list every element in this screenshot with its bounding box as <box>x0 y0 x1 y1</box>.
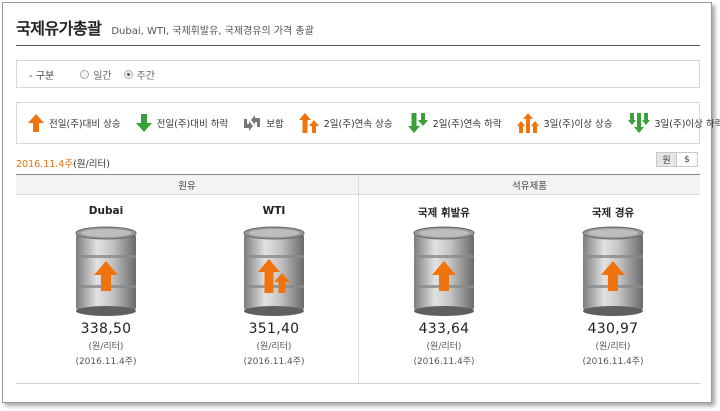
product-date: (2016.11.4주) <box>582 357 644 367</box>
product-unit: (원/리터) <box>256 342 292 352</box>
legend-label-triple-down: 3일(주)이상 하락 <box>654 119 720 130</box>
currency-toggle: 원 $ <box>656 152 698 167</box>
product-date: (2016.11.4주) <box>75 357 137 367</box>
legend-label-flat: 보합 <box>266 119 284 130</box>
legend-label-double-down: 2일(주)연속 하락 <box>432 119 502 130</box>
date-highlight: 2016.11.4주 <box>16 159 74 170</box>
down-arrow-icon <box>135 114 152 132</box>
product-card-dubai: Dubai 338,50 (원/리터) (2016.11.4주) <box>46 205 166 367</box>
product-date: (2016.11.4주) <box>413 357 475 367</box>
product-unit: (원/리터) <box>426 342 462 352</box>
radio-daily[interactable]: 일간 <box>80 67 112 82</box>
product-unit: (원/리터) <box>88 342 124 352</box>
filter-label: - 구분 <box>29 70 55 82</box>
trend-legend: 전일(주)대비 상승 전일(주)대비 하락 보합 2일(주)연속 상승 2일(주… <box>16 102 720 144</box>
radio-daily-dot[interactable] <box>80 69 90 79</box>
barrel-icon <box>243 226 305 316</box>
legend-item-triple-down: 3일(주)이상 하락 <box>627 112 720 134</box>
product-card-gasoline: 국제 휘발유 433,64 (원/리터) (2016.11.4주) <box>384 205 504 367</box>
product-name: WTI <box>262 205 286 217</box>
legend-label-up: 전일(주)대비 상승 <box>49 119 121 130</box>
legend-item-down: 전일(주)대비 하락 <box>135 113 229 133</box>
date-label: 2016.11.4주(원/리터) <box>16 156 110 170</box>
barrel-icon <box>413 226 475 316</box>
flat-arrows-icon <box>244 115 261 131</box>
legend-item-double-down: 2일(주)연속 하락 <box>407 112 502 134</box>
radio-weekly[interactable]: 주간 <box>123 67 155 82</box>
barrel-icon <box>75 226 137 316</box>
radio-weekly-label: 주간 <box>136 70 155 82</box>
page-title: 국제유가총괄 <box>16 19 102 38</box>
product-unit: (원/리터) <box>595 342 631 352</box>
product-price: 433,64 <box>418 321 470 337</box>
legend-item-double-up: 2일(주)연속 상승 <box>298 112 393 134</box>
legend-item-up: 전일(주)대비 상승 <box>27 113 121 133</box>
legend-item-triple-up: 3일(주)이상 상승 <box>516 112 613 134</box>
date-unit: (원/리터) <box>73 159 110 170</box>
legend-label-double-up: 2일(주)연속 상승 <box>323 119 393 130</box>
up-arrow-icon <box>28 114 44 132</box>
page-header: 국제유가총괄 Dubai, WTI, 국제휘발유, 국제경유의 가격 총괄 <box>16 16 700 46</box>
group-header-crude: 원유 <box>16 175 358 195</box>
product-date: (2016.11.4주) <box>243 357 305 367</box>
product-name: 국제 휘발유 <box>418 207 470 219</box>
product-card-diesel: 국제 경유 430,97 (원/리터) (2016.11.4주) <box>553 205 673 367</box>
legend-label-triple-up: 3일(주)이상 상승 <box>543 119 613 130</box>
product-name: 국제 경유 <box>591 207 635 219</box>
page-subtitle: Dubai, WTI, 국제휘발유, 국제경유의 가격 총괄 <box>111 26 314 37</box>
barrel-icon <box>582 226 644 316</box>
triple-down-arrow-icon <box>627 113 650 133</box>
table-bottom-border <box>16 383 700 384</box>
product-price: 351,40 <box>248 321 300 337</box>
radio-daily-label: 일간 <box>93 70 112 82</box>
product-card-wti: WTI 351,40 (원/리터) (2016.11.4주) <box>214 205 334 367</box>
won-button[interactable]: 원 <box>656 152 677 167</box>
product-name: Dubai <box>88 205 124 217</box>
product-price: 430,97 <box>587 321 639 337</box>
double-up-arrow-icon <box>298 113 319 133</box>
dollar-button[interactable]: $ <box>677 152 698 167</box>
legend-label-down: 전일(주)대비 하락 <box>156 119 229 130</box>
group-divider <box>358 175 359 383</box>
legend-item-flat: 보합 <box>242 113 284 133</box>
triple-up-arrow-icon <box>516 113 539 133</box>
period-filter: - 구분 일간 주간 <box>16 60 700 88</box>
double-down-arrow-icon <box>407 113 428 133</box>
radio-weekly-dot[interactable] <box>123 69 133 79</box>
group-header-products: 석유제품 <box>359 175 700 195</box>
product-price: 338,50 <box>80 321 132 337</box>
